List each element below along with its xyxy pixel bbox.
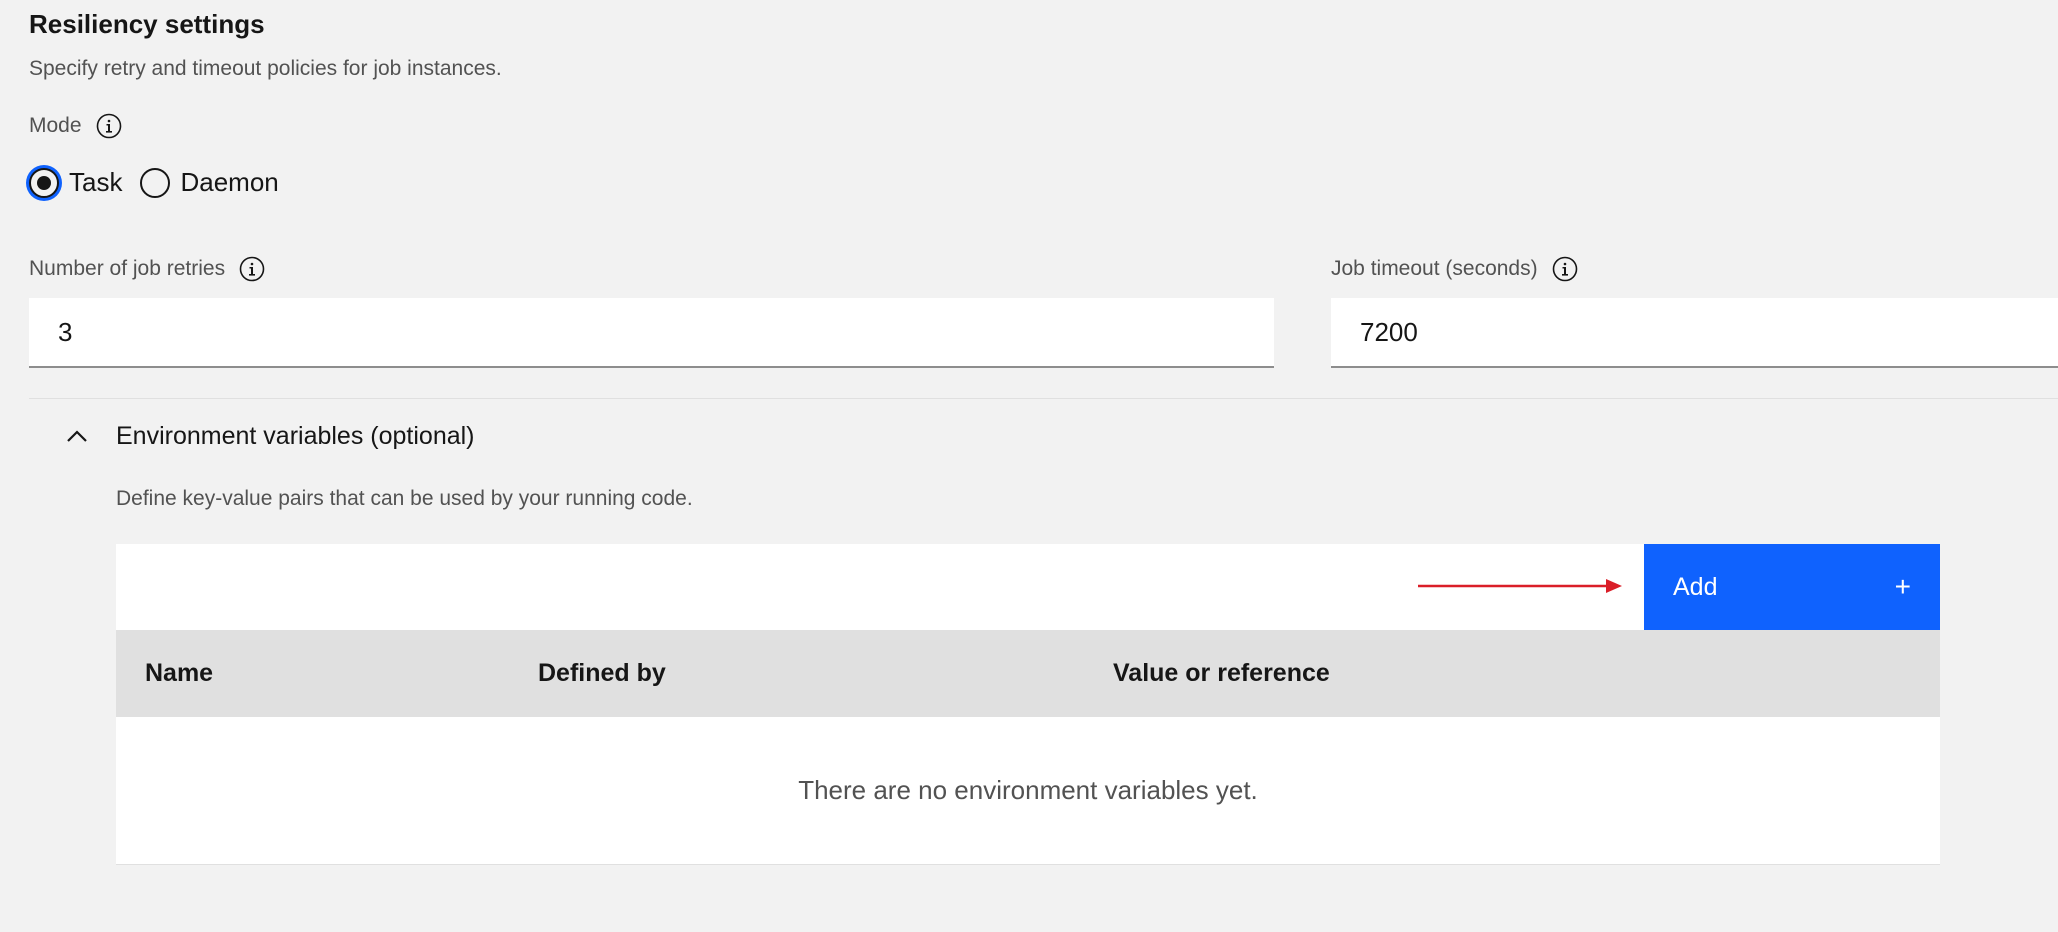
mode-radio-task[interactable]: Task bbox=[29, 167, 122, 198]
resiliency-settings-page: Resiliency settings Specify retry and ti… bbox=[0, 0, 2058, 932]
column-header-name[interactable]: Name bbox=[145, 630, 213, 717]
env-vars-description: Define key-value pairs that can be used … bbox=[116, 487, 693, 510]
radio-label-daemon: Daemon bbox=[180, 167, 279, 197]
column-header-defined-by[interactable]: Defined by bbox=[538, 630, 666, 717]
job-timeout-input[interactable] bbox=[1331, 298, 2058, 368]
mode-radio-daemon[interactable]: Daemon bbox=[140, 167, 279, 198]
timeout-label-row: Job timeout (seconds) bbox=[1331, 256, 1578, 282]
table-header: Name Defined by Value or reference bbox=[116, 630, 1940, 717]
add-env-var-button[interactable]: Add + bbox=[1644, 544, 1940, 630]
annotation-arrow-icon bbox=[1418, 579, 1622, 593]
table-empty-state: There are no environment variables yet. bbox=[116, 717, 1940, 865]
mode-label-row: Mode bbox=[29, 113, 122, 139]
job-retries-input[interactable] bbox=[29, 298, 1274, 368]
info-icon[interactable] bbox=[239, 256, 265, 282]
section-description: Specify retry and timeout policies for j… bbox=[29, 57, 502, 80]
radio-selected-dot bbox=[37, 175, 51, 190]
radio-button-task[interactable] bbox=[29, 167, 59, 198]
section-title: Resiliency settings bbox=[29, 9, 265, 39]
mode-label: Mode bbox=[29, 114, 82, 137]
radio-button-daemon[interactable] bbox=[140, 167, 171, 198]
info-icon[interactable] bbox=[1552, 256, 1578, 282]
timeout-label: Job timeout (seconds) bbox=[1331, 257, 1538, 280]
info-icon[interactable] bbox=[96, 113, 122, 139]
env-vars-accordion-header[interactable]: Environment variables (optional) bbox=[29, 406, 2058, 466]
mode-radio-group: Task Daemon bbox=[29, 167, 297, 198]
column-header-value[interactable]: Value or reference bbox=[1113, 630, 1330, 717]
divider bbox=[29, 398, 2058, 399]
env-vars-title: Environment variables (optional) bbox=[116, 421, 475, 450]
empty-state-message: There are no environment variables yet. bbox=[798, 775, 1258, 805]
retries-label-row: Number of job retries bbox=[29, 256, 265, 282]
add-button-label: Add bbox=[1673, 572, 1718, 601]
radio-label-task: Task bbox=[69, 167, 123, 197]
chevron-up-icon bbox=[57, 429, 97, 443]
retries-label: Number of job retries bbox=[29, 257, 226, 280]
plus-icon: + bbox=[1894, 571, 1911, 602]
